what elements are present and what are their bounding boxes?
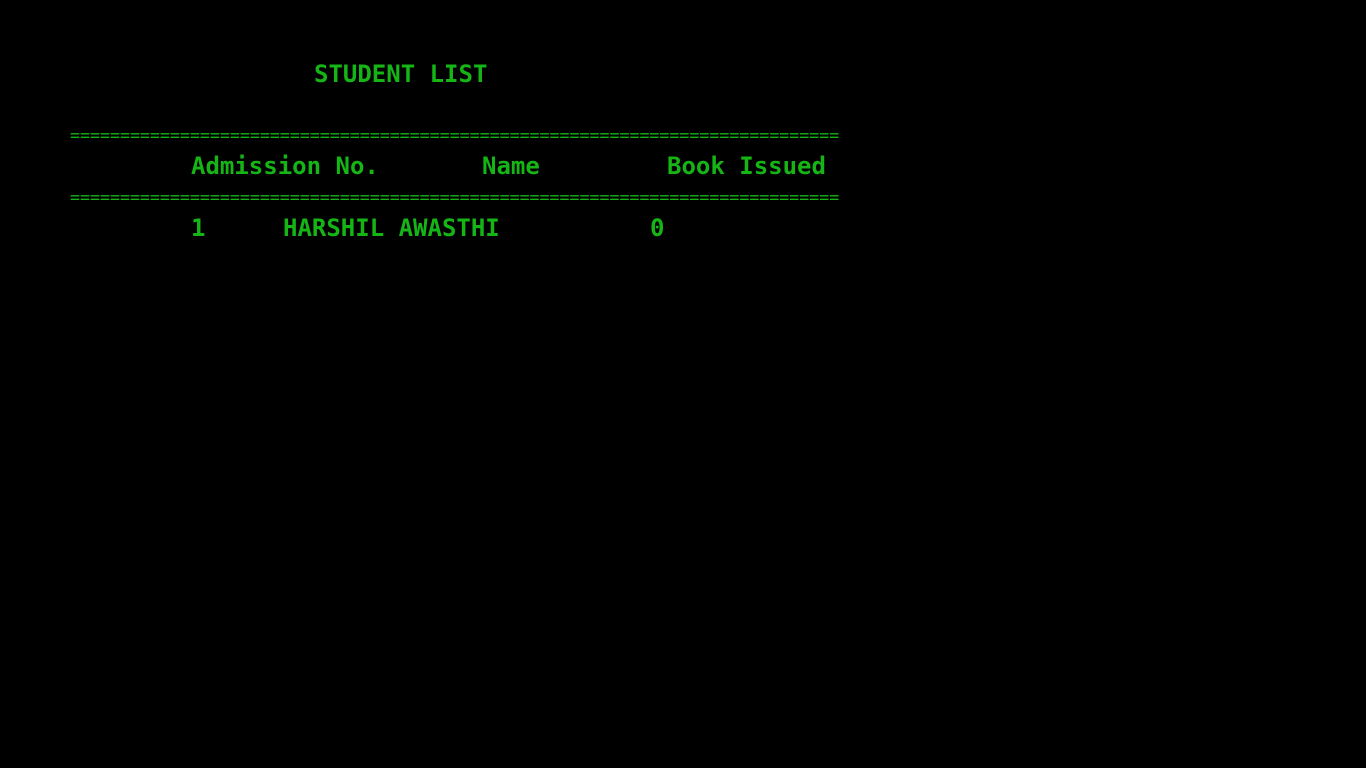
column-header-name: Name [482, 152, 540, 180]
column-header-admission: Admission No. [191, 152, 379, 180]
header-rule-top: ========================================… [70, 126, 840, 145]
header-rule-bottom: ========================================… [70, 188, 840, 207]
cell-admission-no: 1 [191, 214, 206, 242]
console-screen: STUDENT LIST ===========================… [0, 0, 1366, 768]
cell-book-issued: 0 [650, 214, 665, 242]
page-title: STUDENT LIST [314, 60, 488, 88]
cell-name: HARSHIL AWASTHI [283, 214, 500, 242]
table-row: 1 HARSHIL AWASTHI 0 [0, 214, 1366, 476]
column-header-book-issued: Book Issued [667, 152, 826, 180]
